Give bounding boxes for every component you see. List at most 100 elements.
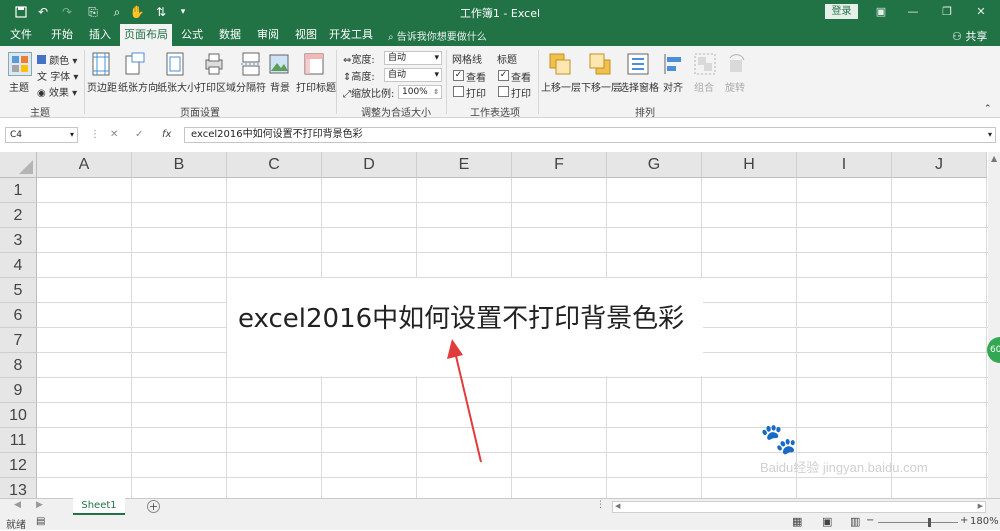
orientation-icon[interactable]: [124, 52, 148, 76]
sheet-tab-sheet1[interactable]: Sheet1: [73, 498, 125, 515]
insert-function-icon[interactable]: fx: [162, 129, 171, 140]
title-bar: ↶ ↷ ⎘ ⌕ ✋ ⇅ ▾ 工作簿1 - Excel 登录 ▣ — ❐ ✕: [0, 0, 1000, 24]
zoom-slider-thumb[interactable]: [928, 518, 931, 527]
macro-record-icon[interactable]: ▤: [36, 516, 45, 527]
headings-view-checkbox[interactable]: ✓: [498, 70, 509, 81]
maximize-icon[interactable]: ❐: [936, 2, 958, 22]
gridlines-view-checkbox[interactable]: ✓: [453, 70, 464, 81]
tab-file[interactable]: 文件: [4, 24, 38, 46]
colors-icon: [37, 55, 46, 64]
name-box[interactable]: C4 ▾: [5, 127, 78, 143]
width-dropdown[interactable]: 自动 ▾: [384, 51, 442, 65]
size-icon[interactable]: [164, 52, 188, 76]
vertical-scrollbar[interactable]: ▲: [988, 152, 1000, 498]
background-button[interactable]: 背景: [270, 79, 290, 94]
ribbon-display-icon[interactable]: ▣: [870, 2, 892, 22]
rotate-icon[interactable]: [724, 52, 748, 76]
theme-button-label[interactable]: 主题: [9, 79, 29, 94]
next-sheet-icon[interactable]: ▶: [36, 500, 43, 510]
selection-pane-icon[interactable]: [626, 52, 650, 76]
scale-value: 100%: [402, 87, 428, 97]
status-ready: 就绪: [6, 520, 26, 531]
print-titles-button[interactable]: 打印标题: [296, 79, 336, 94]
margins-icon[interactable]: [90, 52, 114, 76]
normal-view-icon[interactable]: ▦: [792, 515, 802, 528]
tab-data[interactable]: 数据: [212, 24, 248, 46]
status-bar: 就绪 ▤ ▦ ▣ ▥ − + 180%: [0, 515, 1000, 531]
split-handle-icon[interactable]: ⋮: [596, 500, 605, 510]
align-button[interactable]: 对齐: [663, 79, 683, 94]
login-button[interactable]: 登录: [825, 4, 858, 19]
scroll-up-icon[interactable]: ▲: [991, 154, 997, 163]
scroll-left-icon[interactable]: ◀: [615, 502, 620, 510]
tab-formulas[interactable]: 公式: [174, 24, 210, 46]
scale-label: ⤢缩放比例:: [343, 85, 394, 100]
scroll-right-icon[interactable]: ▶: [978, 502, 983, 510]
align-icon[interactable]: [662, 52, 686, 76]
headings-print-checkbox[interactable]: [498, 86, 509, 97]
send-backward-button[interactable]: 下移一层: [581, 79, 621, 94]
tab-view[interactable]: 视图: [288, 24, 324, 46]
background-icon[interactable]: [268, 52, 292, 76]
gridlines-print-checkbox[interactable]: [453, 86, 464, 97]
group-separator: [336, 50, 337, 114]
zoom-in-icon[interactable]: +: [960, 515, 968, 526]
headings-view-label: 查看: [511, 73, 531, 84]
tab-home[interactable]: 开始: [44, 24, 80, 46]
share-label: 共享: [965, 30, 988, 43]
group-objects-button[interactable]: 组合: [694, 79, 714, 94]
orientation-button[interactable]: 纸张方向: [118, 79, 158, 94]
horizontal-scrollbar[interactable]: ◀ ▶: [612, 501, 986, 513]
prev-sheet-icon[interactable]: ◀: [14, 500, 21, 510]
ribbon: 主题 颜色 ▾ 文 字体 ▾ ◉ 效果 ▾ 主题 页边距 纸张方向 纸张大小 打…: [0, 46, 1000, 119]
size-button[interactable]: 纸张大小: [157, 79, 197, 94]
print-titles-icon[interactable]: [303, 52, 327, 76]
zoom-slider[interactable]: [878, 522, 958, 523]
enter-icon[interactable]: ✓: [135, 129, 143, 140]
bring-forward-icon[interactable]: [548, 52, 572, 76]
tab-page-layout[interactable]: 页面布局: [120, 24, 172, 46]
chevron-down-icon: ▾: [434, 53, 439, 63]
collapse-ribbon-icon[interactable]: ⌃: [984, 104, 992, 114]
rotate-button[interactable]: 旋转: [725, 79, 745, 94]
formula-input[interactable]: excel2016中如何设置不打印背景色彩 ▾: [184, 127, 996, 143]
print-area-button[interactable]: 打印区域: [196, 79, 236, 94]
zoom-out-icon[interactable]: −: [866, 515, 874, 526]
group-objects-icon[interactable]: [693, 52, 717, 76]
height-label-text: 高度:: [351, 72, 375, 83]
breaks-button[interactable]: 分隔符: [236, 79, 266, 94]
watermark: 🐾 Baidu经验 jingyan.baidu.com: [760, 422, 928, 476]
more-icon: ⋮: [90, 129, 100, 140]
fonts-icon: 文: [37, 72, 47, 83]
cancel-icon[interactable]: ✕: [110, 129, 118, 140]
tell-me-box[interactable]: ⌕ 告诉我你想要做什么: [388, 28, 487, 43]
tab-insert[interactable]: 插入: [82, 24, 118, 46]
gridlines-heading: 网格线: [452, 55, 482, 66]
page-break-view-icon[interactable]: ▥: [850, 515, 860, 528]
minimize-icon[interactable]: —: [902, 2, 924, 22]
effects-button[interactable]: ◉ 效果 ▾: [37, 84, 77, 99]
close-icon[interactable]: ✕: [970, 2, 992, 22]
theme-icon[interactable]: [8, 52, 32, 76]
bring-forward-button[interactable]: 上移一层: [541, 79, 581, 94]
share-button[interactable]: ⚇ 共享: [952, 28, 987, 44]
scale-spinner[interactable]: 100% ⇳: [398, 85, 442, 99]
selection-pane-button[interactable]: 选择窗格: [619, 79, 659, 94]
margins-button[interactable]: 页边距: [87, 79, 117, 94]
send-backward-icon[interactable]: [588, 52, 612, 76]
page-layout-view-icon[interactable]: ▣: [822, 515, 832, 528]
tab-developer[interactable]: 开发工具: [326, 24, 376, 46]
group-separator: [538, 50, 539, 114]
print-area-icon[interactable]: [203, 52, 227, 76]
breaks-icon[interactable]: [240, 52, 264, 76]
scale-label-text: 缩放比例:: [351, 89, 395, 100]
height-dropdown[interactable]: 自动 ▾: [384, 68, 442, 82]
worksheet-grid[interactable]: ABCDEFGHIJ 1 2 3 4 5 6 7 8 9 10 11 12 13 excel2016中如…: [0, 152, 988, 498]
fonts-button[interactable]: 文 字体 ▾: [37, 68, 78, 83]
expand-formula-icon[interactable]: ▾: [988, 128, 992, 142]
colors-button[interactable]: 颜色 ▾: [37, 52, 77, 67]
add-sheet-button[interactable]: +: [147, 500, 160, 513]
tab-review[interactable]: 审阅: [250, 24, 286, 46]
group-separator: [84, 50, 85, 114]
zoom-level[interactable]: 180%: [970, 516, 999, 527]
